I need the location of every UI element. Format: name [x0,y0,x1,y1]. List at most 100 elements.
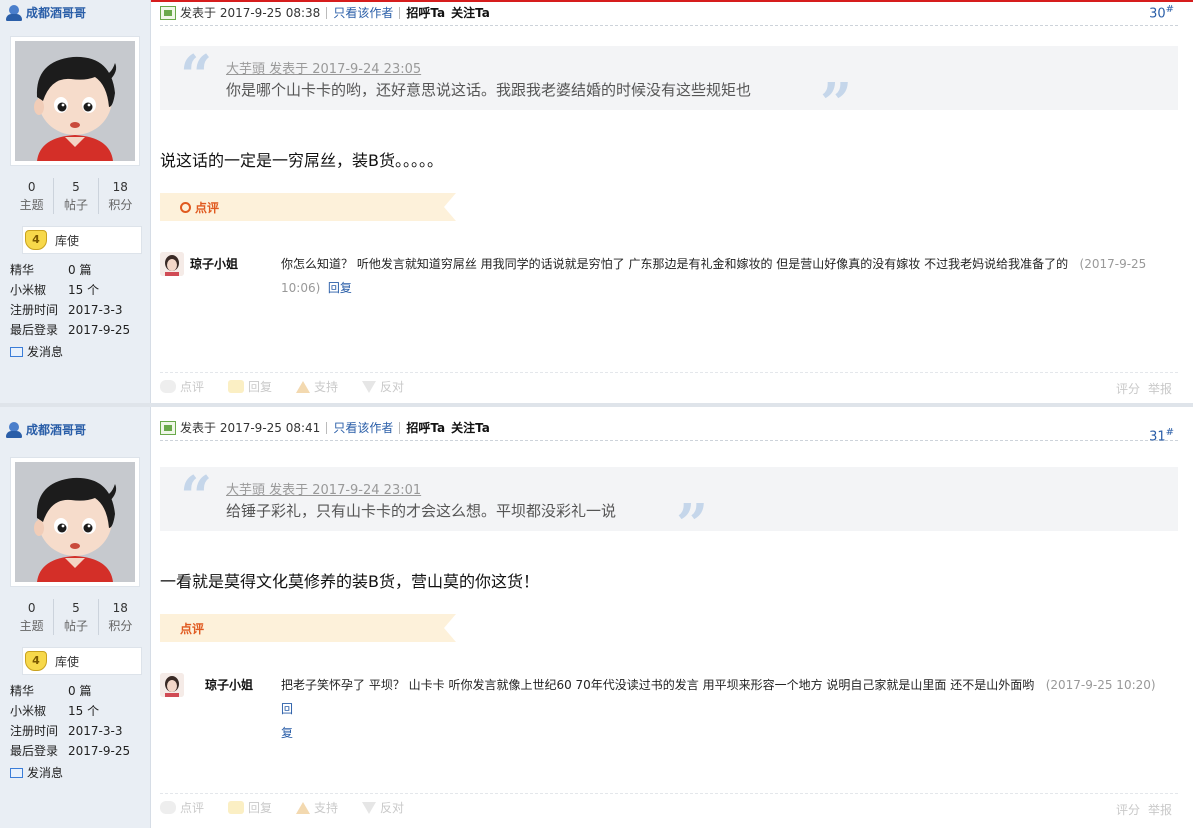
stat-posts[interactable]: 5 帖子 [54,599,99,635]
report-button[interactable]: 举报 [1148,380,1172,397]
info-key: 最后登录 [10,323,59,337]
floor-num[interactable]: 30 [1149,6,1166,21]
stat-points[interactable]: 18 积分 [99,599,142,635]
support-action-label[interactable]: 支持 [314,378,338,395]
reply-button[interactable]: 回复 [228,378,272,395]
oppose-action-label[interactable]: 反对 [380,799,404,816]
send-message-label[interactable]: 发消息 [27,764,63,781]
stat-posts-label[interactable]: 帖子 [54,617,97,635]
stat-topics-num[interactable]: 0 [10,599,53,617]
dianping-action-label[interactable]: 点评 [180,378,204,395]
divider [326,6,328,19]
rate-button[interactable]: 评分 [1116,380,1140,397]
only-author-link[interactable]: 只看该作者 [333,4,393,21]
reply-icon [228,801,245,814]
thumb-down-icon [362,380,377,393]
info-key: 精华 [10,263,35,277]
avatar[interactable] [10,36,140,166]
support-button[interactable]: 支持 [296,799,338,816]
avatar-image[interactable] [15,462,135,582]
post-main: 发表于 2017-9-25 08:41 只看该作者 招呼Ta 关注Ta 31# … [160,407,1178,828]
stat-posts-label[interactable]: 帖子 [54,196,97,214]
commenter-name[interactable]: 琼子小姐 [205,676,253,693]
author-name-text[interactable]: 成都酒哥哥 [26,4,86,21]
stat-points-label[interactable]: 积分 [99,617,142,635]
only-author-link[interactable]: 只看该作者 [333,419,393,436]
online-status-icon [160,420,176,435]
reply-action-label[interactable]: 回复 [248,378,272,395]
oppose-action-label[interactable]: 反对 [380,378,404,395]
author-name-text[interactable]: 成都酒哥哥 [26,421,86,438]
info-value: 0 篇 [68,263,92,277]
stat-topics-label[interactable]: 主题 [10,196,53,214]
dianping-button[interactable]: 点评 [160,799,204,816]
stat-points-num[interactable]: 18 [99,599,142,617]
stat-topics-num[interactable]: 0 [10,178,53,196]
circle-icon [180,202,191,213]
stat-points-num[interactable]: 18 [99,178,142,196]
user-icon [6,4,22,21]
rank-badge-icon: 4 [25,651,47,671]
greet-link[interactable]: 招呼Ta [406,419,445,436]
dianping-header: 点评 [160,614,456,642]
stat-points-label[interactable]: 积分 [99,196,142,214]
support-button[interactable]: 支持 [296,378,338,395]
rank-badge-icon: 4 [25,230,47,250]
avatar-cartoon-boy [15,462,135,582]
stat-posts[interactable]: 5 帖子 [54,178,99,214]
info-value: 15 个 [68,283,100,297]
quote-meta[interactable]: 大芋頭 发表于 2017-9-24 23:05 [226,58,421,77]
quote-close-icon: ” [820,71,853,137]
author-name[interactable]: 成都酒哥哥 [6,421,86,438]
post-body: 说这话的一定是一穷屌丝，装B货。。。。。 [160,151,443,170]
floor-number[interactable]: 31# [1149,427,1174,444]
comment-content: 你怎么知道？ 听他发言就知道穷屌丝 用我同学的话说就是穷怕了 广东那边是有礼金和… [281,257,1069,271]
post-main: 发表于 2017-9-25 08:38 只看该作者 招呼Ta 关注Ta 30# … [160,0,1178,421]
comment-reply-link-cont[interactable]: 复 [281,726,293,740]
send-message-link[interactable]: 发消息 [10,764,63,781]
send-message-label[interactable]: 发消息 [27,343,63,360]
support-action-label[interactable]: 支持 [314,799,338,816]
comment-icon [160,380,176,393]
avatar[interactable] [10,457,140,587]
report-button[interactable]: 举报 [1148,801,1172,818]
floor-number[interactable]: 30# [1149,4,1174,21]
stat-posts-num[interactable]: 5 [54,178,97,196]
floor-num[interactable]: 31 [1149,429,1166,444]
author-stats: 0 主题 5 帖子 18 积分 [10,178,142,214]
mail-icon [10,346,23,357]
commenter-avatar[interactable] [160,673,184,697]
follow-link[interactable]: 关注Ta [451,4,490,21]
send-message-link[interactable]: 发消息 [10,343,63,360]
dianping-header: 点评 [160,193,456,221]
info-value: 2017-9-25 [68,744,131,758]
author-name[interactable]: 成都酒哥哥 [6,4,86,21]
quote-open-icon: “ [180,43,213,109]
oppose-button[interactable]: 反对 [362,799,404,816]
mail-icon [10,767,23,778]
commenter-avatar[interactable] [160,252,184,276]
dianping-button[interactable]: 点评 [160,378,204,395]
commenter-avatar-image [160,252,184,276]
stat-topics[interactable]: 0 主题 [10,178,55,214]
stat-points[interactable]: 18 积分 [99,178,142,214]
rate-button[interactable]: 评分 [1116,801,1140,818]
quote-meta[interactable]: 大芋頭 发表于 2017-9-24 23:01 [226,479,421,498]
greet-link[interactable]: 招呼Ta [406,4,445,21]
rank-box: 4 库使 [22,226,142,254]
follow-link[interactable]: 关注Ta [451,419,490,436]
comment-content: 把老子笑怀孕了 平坝？ 山卡卡 听你发言就像上世纪60 70年代没读过书的发言 … [281,678,1035,692]
avatar-image[interactable] [15,41,135,161]
comment-reply-link[interactable]: 回 [281,702,293,716]
stat-topics[interactable]: 0 主题 [10,599,55,635]
oppose-button[interactable]: 反对 [362,378,404,395]
dianping-action-label[interactable]: 点评 [180,799,204,816]
quote-text: 你是哪个山卡卡的哟，还好意思说这话。我跟我老婆结婚的时候没有这些规矩也 [226,81,752,99]
comment-reply-link[interactable]: 回复 [328,281,352,295]
commenter-name[interactable]: 琼子小姐 [190,255,238,272]
reply-action-label[interactable]: 回复 [248,799,272,816]
divider [399,6,401,19]
stat-posts-num[interactable]: 5 [54,599,97,617]
stat-topics-label[interactable]: 主题 [10,617,53,635]
reply-button[interactable]: 回复 [228,799,272,816]
